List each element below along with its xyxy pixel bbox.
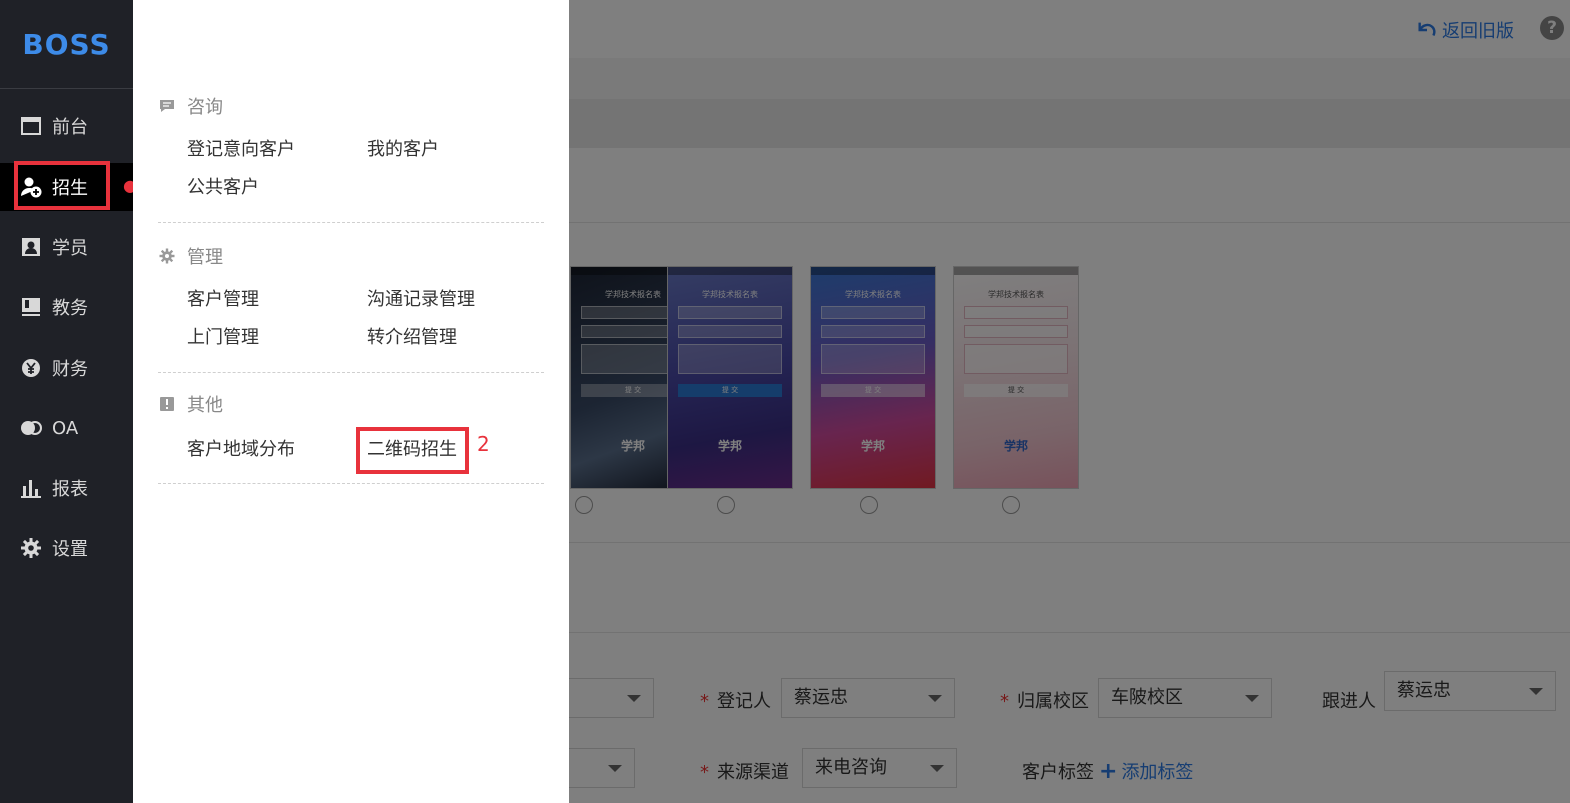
menu-section-title: 其他	[187, 395, 223, 416]
book-icon	[20, 296, 42, 318]
highlight-box-recruitment	[14, 161, 110, 210]
gear-icon	[158, 247, 176, 265]
toggle-icon	[20, 417, 42, 439]
menu-section-other: 其他	[158, 391, 223, 417]
menu-divider	[158, 222, 544, 223]
menu-link-register-lead[interactable]: 登记意向客户	[187, 135, 295, 161]
menu-link-public-customers[interactable]: 公共客户	[187, 173, 259, 199]
sidebar-item-label: OA	[52, 417, 79, 439]
gear-icon	[20, 537, 42, 559]
sidebar-item-oa[interactable]: OA	[0, 404, 133, 452]
sidebar-item-label: 学员	[52, 238, 88, 259]
menu-link-communication-records[interactable]: 沟通记录管理	[367, 285, 475, 311]
chat-icon	[158, 97, 176, 115]
menu-link-my-customers[interactable]: 我的客户	[367, 135, 439, 161]
annotation-mark: ●	[123, 176, 133, 195]
menu-section-manage: 管理	[158, 243, 223, 269]
calendar-window-icon	[20, 115, 42, 137]
info-icon	[158, 395, 176, 413]
sidebar-item-label: 教务	[52, 298, 88, 319]
highlight-box-qrcode	[356, 427, 469, 474]
boss-logo[interactable]: BOSS	[0, 0, 133, 89]
sidebar-item-academics[interactable]: 教务	[0, 283, 133, 331]
menu-section-title: 咨询	[187, 97, 223, 118]
menu-section-title: 管理	[187, 247, 223, 268]
sidebar-item-students[interactable]: 学员	[0, 223, 133, 271]
menu-link-referral-management[interactable]: 转介绍管理	[367, 323, 457, 349]
menu-link-customer-region[interactable]: 客户地域分布	[187, 435, 295, 461]
recruitment-menu-panel: 咨询 登记意向客户 我的客户 公共客户 管理 客户管理 沟通记录管理 上门管理 …	[133, 0, 569, 803]
step-number-label: 2	[477, 432, 490, 456]
sidebar-item-label: 报表	[52, 479, 88, 500]
menu-link-customer-management[interactable]: 客户管理	[187, 285, 259, 311]
sidebar-item-settings[interactable]: 设置	[0, 524, 133, 572]
yen-coin-icon	[20, 357, 42, 379]
menu-divider	[158, 372, 544, 373]
id-card-icon	[20, 236, 42, 258]
sidebar-item-finance[interactable]: 财务	[0, 344, 133, 392]
sidebar-item-frontdesk[interactable]: 前台	[0, 102, 133, 150]
sidebar: BOSS 前台 招生 学员 教务 财务 OA 报表 设置 ●	[0, 0, 133, 803]
menu-link-visit-management[interactable]: 上门管理	[187, 323, 259, 349]
sidebar-item-label: 设置	[52, 539, 88, 560]
menu-divider	[158, 483, 544, 484]
sidebar-item-label: 财务	[52, 359, 88, 380]
menu-section-consult: 咨询	[158, 93, 223, 119]
sidebar-item-reports[interactable]: 报表	[0, 464, 133, 512]
sidebar-item-label: 前台	[52, 117, 88, 138]
bar-chart-icon	[20, 477, 42, 499]
